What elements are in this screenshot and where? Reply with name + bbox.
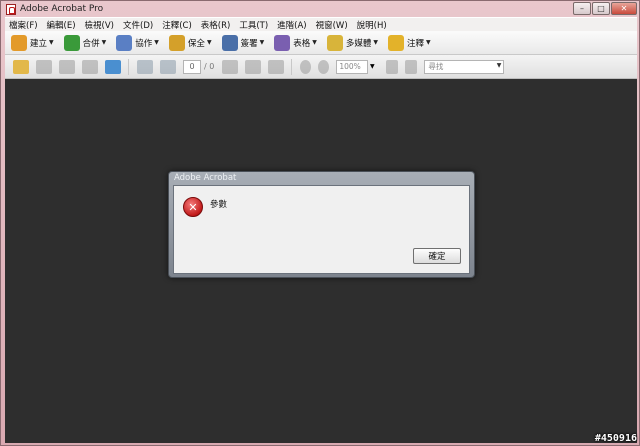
- app-window: Adobe Acrobat Pro – □ ✕ 檔案(F) 編輯(E) 檢視(V…: [0, 0, 640, 446]
- comment-button[interactable]: 注釋 ▼: [387, 34, 431, 51]
- arrow-down-icon[interactable]: [160, 59, 176, 74]
- comment-icon: [387, 34, 404, 51]
- title-bar: Adobe Acrobat Pro – □ ✕: [1, 1, 640, 17]
- close-button[interactable]: ✕: [611, 2, 637, 15]
- dialog-body: ✕ 參數 確定: [173, 185, 470, 274]
- zoom-out-icon[interactable]: [300, 59, 312, 74]
- sign-button[interactable]: 簽署 ▼: [221, 34, 265, 51]
- menu-edit[interactable]: 編輯(E): [47, 19, 76, 31]
- ok-button[interactable]: 確定: [413, 248, 461, 264]
- pen-icon: [221, 34, 238, 51]
- create-icon: [11, 34, 27, 51]
- collaborate-label: 協作: [135, 38, 153, 49]
- create-button[interactable]: 建立 ▼: [11, 34, 54, 51]
- forms-button[interactable]: 表格 ▼: [274, 34, 317, 51]
- multimedia-label: 多媒體: [345, 38, 372, 49]
- menu-tools[interactable]: 工具(T): [239, 19, 268, 31]
- chevron-down-icon: ▼: [426, 39, 431, 46]
- form-icon: [274, 34, 291, 51]
- navigation-toolbar: 0 / 0 100% ▼ 尋找 ▼: [5, 55, 637, 79]
- find-input[interactable]: 尋找 ▼: [424, 59, 505, 74]
- chevron-down-icon: ▼: [49, 39, 54, 46]
- maximize-button[interactable]: □: [592, 2, 610, 15]
- chevron-down-icon[interactable]: ▼: [368, 60, 376, 74]
- tasks-toolbar: 建立 ▼ 合併 ▼ 協作 ▼ 保全 ▼ 簽署 ▼ 表格 ▼ 多媒體 ▼ 注釋 ▼: [5, 31, 637, 55]
- zoom-level-input[interactable]: 100%: [336, 59, 369, 74]
- secure-label: 保全: [187, 38, 205, 49]
- fit-page-icon[interactable]: [386, 59, 399, 74]
- chevron-down-icon: ▼: [373, 39, 378, 46]
- combine-icon: [63, 34, 80, 51]
- dialog-title: Adobe Acrobat: [174, 173, 237, 183]
- multimedia-icon: [326, 34, 343, 51]
- collaborate-icon: [116, 34, 133, 51]
- minimize-button[interactable]: –: [573, 2, 591, 15]
- arrow-up-icon[interactable]: [137, 59, 153, 74]
- chevron-down-icon: ▼: [206, 39, 212, 46]
- error-icon: ✕: [183, 197, 203, 217]
- menu-view[interactable]: 檢視(V): [85, 19, 114, 31]
- menu-document[interactable]: 文件(D): [123, 19, 153, 31]
- multimedia-button[interactable]: 多媒體 ▼: [326, 34, 378, 51]
- watermark-text: #450916: [594, 433, 637, 444]
- menu-bar: 檔案(F) 編輯(E) 檢視(V) 文件(D) 注釋(C) 表格(R) 工具(T…: [5, 17, 637, 31]
- combine-label: 合併: [82, 38, 100, 49]
- menu-forms[interactable]: 表格(R): [201, 19, 231, 31]
- combine-button[interactable]: 合併 ▼: [63, 34, 107, 51]
- menu-window[interactable]: 視窗(W): [316, 19, 348, 31]
- hand-icon[interactable]: [245, 59, 262, 74]
- select-cursor-icon[interactable]: [222, 59, 239, 74]
- window-controls: – □ ✕: [572, 2, 637, 15]
- error-dialog: Adobe Acrobat ✕ 參數 確定: [168, 171, 475, 278]
- window-title: Adobe Acrobat Pro: [20, 4, 104, 14]
- chevron-down-icon: ▼: [101, 39, 107, 46]
- chevron-down-icon[interactable]: ▼: [497, 62, 502, 69]
- chevron-down-icon: ▼: [312, 39, 317, 46]
- menu-file[interactable]: 檔案(F): [9, 19, 38, 31]
- sign-label: 簽署: [240, 38, 258, 49]
- lock-icon: [168, 34, 185, 51]
- menu-comments[interactable]: 注釋(C): [162, 19, 192, 31]
- dialog-message: 參數: [210, 200, 228, 210]
- forms-label: 表格: [293, 38, 311, 49]
- acrobat-app-icon: [6, 3, 16, 15]
- find-placeholder: 尋找: [428, 62, 444, 71]
- print-icon[interactable]: [36, 59, 52, 74]
- zoom-in-icon[interactable]: [318, 59, 330, 74]
- save-icon[interactable]: [59, 59, 75, 74]
- chevron-down-icon: ▼: [259, 39, 265, 46]
- zoom-tool-icon[interactable]: [268, 59, 285, 74]
- page-total: / 0: [204, 62, 215, 71]
- create-label: 建立: [30, 38, 48, 49]
- chevron-down-icon: ▼: [154, 39, 159, 46]
- fit-width-icon[interactable]: [405, 59, 418, 74]
- page-number-input[interactable]: 0: [183, 59, 201, 74]
- menu-help[interactable]: 說明(H): [357, 19, 387, 31]
- open-folder-icon[interactable]: [13, 59, 29, 74]
- email-icon[interactable]: [82, 59, 98, 74]
- toolbar-separator: [291, 58, 293, 75]
- secure-button[interactable]: 保全 ▼: [168, 34, 212, 51]
- globe-icon[interactable]: [105, 59, 121, 74]
- menu-advanced[interactable]: 進階(A): [277, 19, 306, 31]
- comment-label: 注釋: [406, 38, 424, 49]
- toolbar-separator: [128, 58, 129, 75]
- collaborate-button[interactable]: 協作 ▼: [116, 34, 159, 51]
